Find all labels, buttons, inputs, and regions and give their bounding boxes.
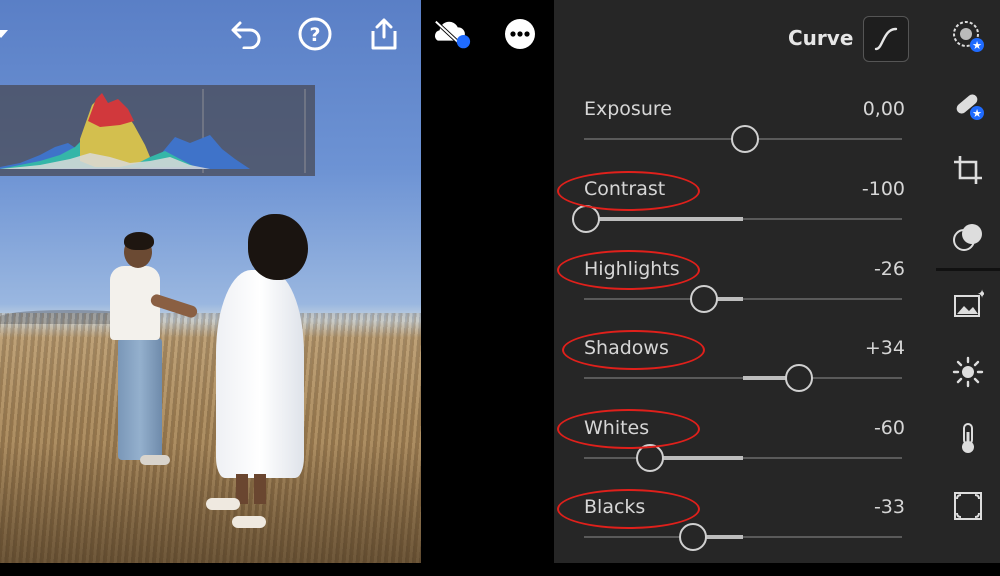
slider-row-exposure: Exposure 0,00 xyxy=(554,98,936,178)
help-icon[interactable]: ? xyxy=(295,14,335,54)
slider-track[interactable] xyxy=(584,285,902,313)
temperature-icon[interactable] xyxy=(948,418,988,458)
curve-title: Curve xyxy=(788,26,854,50)
svg-text:?: ? xyxy=(309,24,320,46)
slider-label: Exposure xyxy=(584,98,672,120)
slider-row-whites: Whites -60 xyxy=(554,417,936,497)
slider-knob[interactable] xyxy=(785,364,814,392)
selective-edit-icon[interactable]: ★ xyxy=(948,16,988,56)
svg-text:★: ★ xyxy=(972,107,982,120)
slider-track[interactable] xyxy=(584,523,902,551)
woman-hair xyxy=(248,214,308,280)
slider-label: Blacks xyxy=(584,496,646,518)
slider-row-shadows: Shadows +34 xyxy=(554,337,936,417)
share-icon[interactable] xyxy=(364,14,404,54)
slider-label: Contrast xyxy=(584,178,666,200)
auto-enhance-icon[interactable]: ✦ xyxy=(948,284,988,324)
cloud-sync-off-icon[interactable] xyxy=(432,14,472,54)
slider-knob[interactable] xyxy=(689,285,718,313)
light-icon[interactable] xyxy=(948,352,988,392)
man-jeans xyxy=(118,338,162,460)
slider-fill xyxy=(584,217,743,221)
curve-button[interactable] xyxy=(863,16,909,62)
svg-text:✦: ✦ xyxy=(977,288,984,301)
slider-label: Shadows xyxy=(584,337,669,359)
slider-value: -60 xyxy=(873,417,905,439)
tool-strip: ★ ★ ✦ xyxy=(936,0,1000,563)
slider-label: Whites xyxy=(584,417,650,439)
svg-text:★: ★ xyxy=(972,39,982,52)
woman-sandal xyxy=(206,498,240,510)
woman-dress xyxy=(216,270,304,478)
woman-sandal xyxy=(232,516,266,528)
slider-value: -33 xyxy=(873,496,905,518)
man-shoe xyxy=(140,455,170,465)
curve-icon xyxy=(874,27,898,51)
slider-track[interactable] xyxy=(584,364,902,392)
slider-track[interactable] xyxy=(584,125,902,153)
slider-value: -100 xyxy=(861,178,905,200)
healing-icon[interactable]: ★ xyxy=(948,84,988,124)
slider-row-highlights: Highlights -26 xyxy=(554,258,936,338)
slider-value: +34 xyxy=(864,337,905,359)
slider-track[interactable] xyxy=(584,444,902,472)
slider-label: Highlights xyxy=(584,258,680,280)
effects-vignette-icon[interactable] xyxy=(948,486,988,526)
toolbar-divider xyxy=(936,268,1000,271)
slider-track[interactable] xyxy=(572,205,902,233)
slider-value: -26 xyxy=(873,258,905,280)
slider-knob[interactable] xyxy=(572,205,600,233)
slider-knob[interactable] xyxy=(678,523,707,551)
histogram xyxy=(0,85,315,176)
crop-icon[interactable] xyxy=(948,150,988,190)
slider-value: 0,00 xyxy=(862,98,905,120)
slider-knob[interactable] xyxy=(731,125,759,153)
woman-leg xyxy=(254,474,266,504)
dropdown-arrow-icon[interactable] xyxy=(0,30,8,38)
man-hair xyxy=(124,232,154,250)
slider-row-contrast: Contrast -100 xyxy=(554,178,936,258)
undo-icon[interactable] xyxy=(227,14,267,54)
presets-icon[interactable] xyxy=(948,218,988,258)
slider-knob[interactable] xyxy=(635,444,664,472)
more-options-icon[interactable] xyxy=(500,14,540,54)
slider-row-blacks: Blacks -33 xyxy=(554,496,936,576)
